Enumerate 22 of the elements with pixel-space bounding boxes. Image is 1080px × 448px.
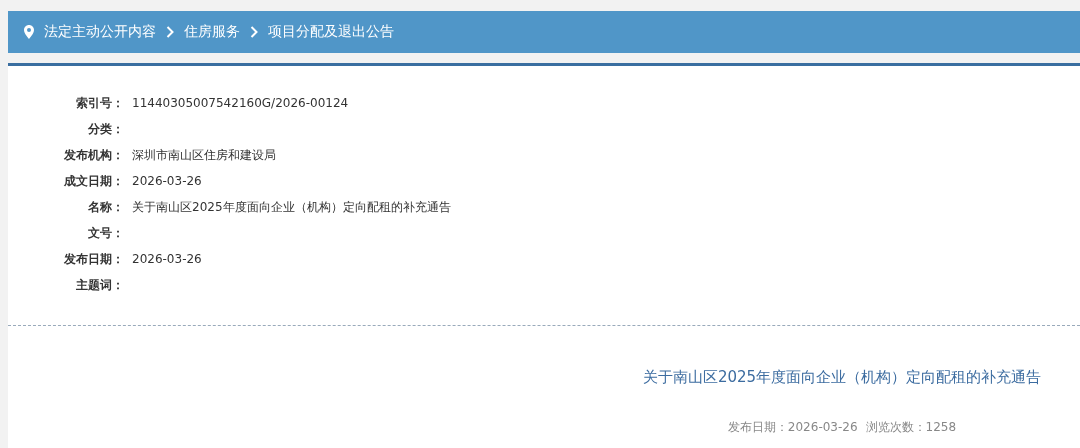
field-value: 关于南山区2025年度面向企业（机构）定向配租的补充通告 bbox=[132, 198, 451, 216]
breadcrumb-link[interactable]: 法定主动公开内容 bbox=[44, 23, 156, 41]
field-label: 名称： bbox=[87, 198, 124, 216]
field-label: 发布日期： bbox=[63, 250, 124, 268]
field-label: 成文日期： bbox=[63, 172, 124, 190]
field-value: 2026-03-26 bbox=[132, 252, 202, 266]
article-meta: 浏览次数：1258 bbox=[865, 419, 957, 436]
field-label: 分类： bbox=[87, 120, 124, 138]
field-label: 发布机构： bbox=[63, 146, 124, 164]
article-meta: 发布日期：2026-03-26 bbox=[727, 419, 858, 436]
field-value: 11440305007542160G/2026-00124 bbox=[132, 96, 349, 110]
field-value: 2026-03-26 bbox=[132, 174, 202, 188]
breadcrumb-link[interactable]: 项目分配及退出公告 bbox=[268, 23, 394, 41]
field-value: 深圳市南山区住房和建设局 bbox=[132, 146, 276, 164]
field-label: 文号： bbox=[87, 224, 124, 242]
article-title: 关于南山区2025年度面向企业（机构）定向配租的补充通告 bbox=[642, 368, 1042, 387]
field-label: 索引号： bbox=[75, 94, 124, 112]
chevron-right-icon bbox=[250, 26, 258, 38]
breadcrumb-link[interactable]: 住房服务 bbox=[184, 23, 240, 41]
location-pin-icon bbox=[24, 25, 34, 39]
field-label: 主题词： bbox=[75, 276, 124, 294]
chevron-right-icon bbox=[166, 26, 174, 38]
